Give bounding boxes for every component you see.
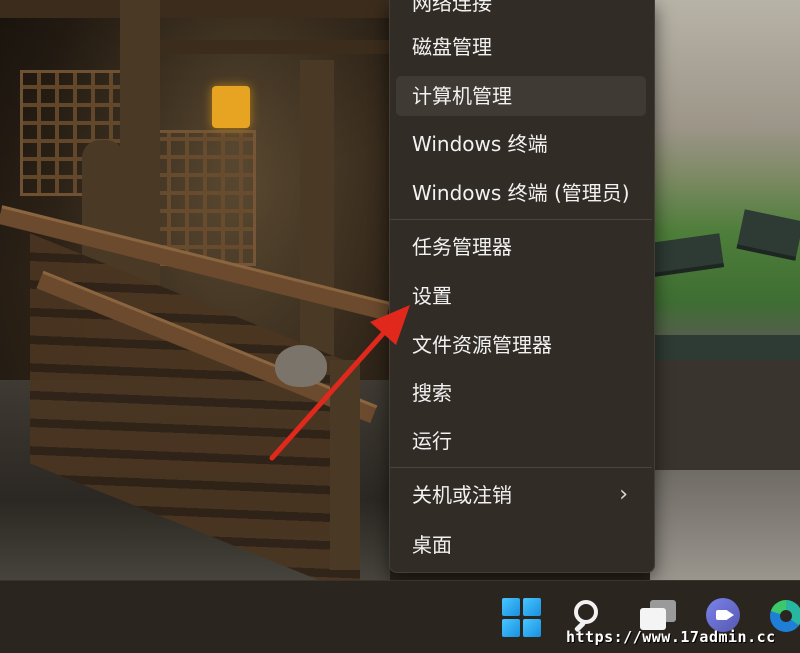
menu-item-network-connections[interactable]: 网络连接 (396, 0, 646, 23)
menu-separator (390, 467, 652, 468)
chevron-right-icon: › (619, 482, 628, 507)
menu-item-file-explorer[interactable]: 文件资源管理器 (396, 325, 646, 365)
wallpaper-temple-scene (0, 0, 391, 580)
watermark-text: https://www.17admin.cc (566, 628, 776, 646)
menu-separator (390, 219, 652, 220)
menu-item-shutdown-signout[interactable]: 关机或注销 › (396, 475, 646, 515)
menu-item-computer-management[interactable]: 计算机管理 (396, 76, 646, 116)
menu-item-settings[interactable]: 设置 (396, 276, 646, 316)
menu-item-task-manager[interactable]: 任务管理器 (396, 227, 646, 267)
menu-item-search[interactable]: 搜索 (396, 373, 646, 413)
menu-item-desktop[interactable]: 桌面 (396, 525, 646, 565)
winx-context-menu: 网络连接 磁盘管理 计算机管理 Windows 终端 Windows 终端 (管… (389, 0, 655, 573)
menu-item-windows-terminal[interactable]: Windows 终端 (396, 124, 646, 164)
menu-item-disk-management[interactable]: 磁盘管理 (396, 27, 646, 67)
menu-item-run[interactable]: 运行 (396, 421, 646, 461)
menu-item-windows-terminal-admin[interactable]: Windows 终端 (管理员) (396, 173, 646, 213)
windows-start-icon[interactable] (502, 598, 542, 638)
